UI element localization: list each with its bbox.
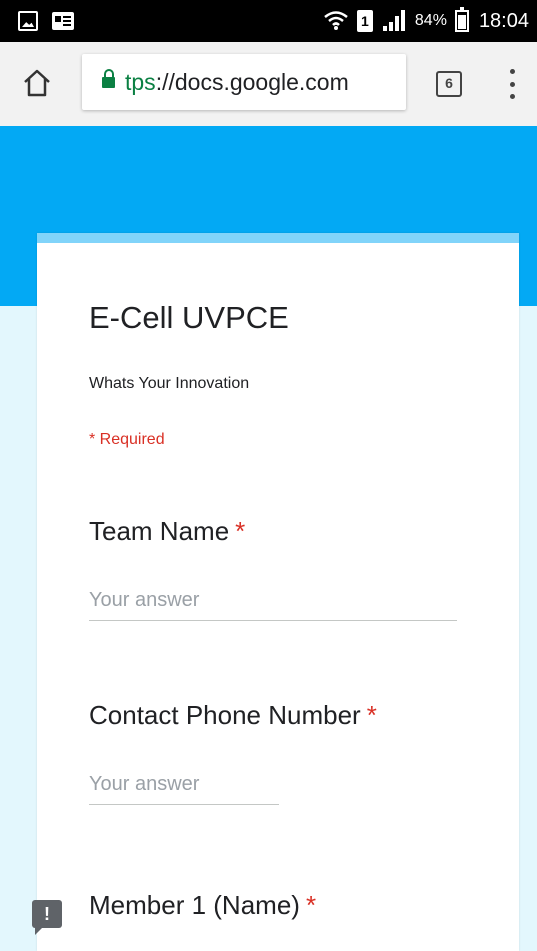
question-contact-phone: Contact Phone Number * <box>89 700 489 805</box>
url-host: ://docs.google.com <box>155 68 349 95</box>
contact-phone-input[interactable] <box>89 773 279 805</box>
team-name-input[interactable] <box>89 589 457 621</box>
address-bar[interactable]: tps://docs.google.com <box>82 54 406 110</box>
required-star: * <box>235 516 246 546</box>
url-scheme: tps <box>125 68 156 95</box>
form-description: Whats Your Innovation <box>89 375 250 392</box>
question-label: Member 1 (Name) <box>89 890 300 920</box>
required-star: * <box>366 700 377 730</box>
gallery-icon <box>18 11 38 31</box>
url-text: tps://docs.google.com <box>125 69 349 96</box>
status-bar: 1 84% 18:04 <box>0 0 537 42</box>
battery-percent: 84% <box>414 12 447 29</box>
battery-icon <box>454 7 469 32</box>
clock: 18:04 <box>478 9 529 32</box>
card-accent-bar <box>37 233 519 243</box>
home-icon[interactable] <box>22 68 52 98</box>
question-team-name: Team Name * <box>89 516 489 621</box>
signal-icon <box>381 10 407 32</box>
question-label: Contact Phone Number <box>89 700 361 730</box>
required-note: * Required <box>89 431 165 448</box>
overflow-menu-icon[interactable] <box>507 69 517 99</box>
wifi-icon <box>324 11 348 30</box>
card-icon <box>52 12 74 30</box>
form-card: E-Cell UVPCE Whats Your Innovation * Req… <box>37 233 519 951</box>
required-star: * <box>305 890 317 920</box>
question-label: Team Name <box>89 516 230 546</box>
feedback-icon[interactable]: ! <box>32 900 62 935</box>
form-title: E-Cell UVPCE <box>89 300 289 335</box>
lock-icon <box>102 69 115 91</box>
sim-icon: 1 <box>356 10 373 32</box>
question-member-1-name: Member 1 (Name) * <box>89 890 489 921</box>
tabs-icon[interactable]: 6 <box>436 71 462 97</box>
browser-toolbar: tps://docs.google.com 6 <box>0 42 537 126</box>
